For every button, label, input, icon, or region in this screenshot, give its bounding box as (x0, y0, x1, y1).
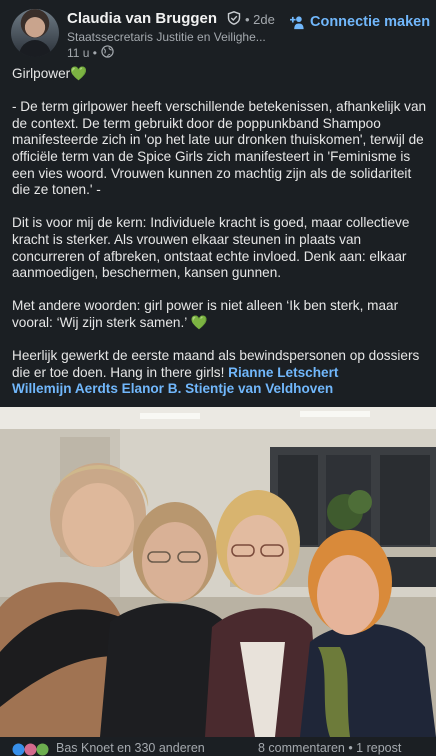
post-paragraph-2: Dit is voor mij de kern: Individuele kra… (12, 215, 410, 281)
post-title: Girlpower💚 (12, 66, 88, 81)
add-person-icon (290, 15, 304, 29)
mention-link[interactable]: Rianne Letschert (228, 365, 338, 380)
author-name[interactable]: Claudia van Bruggen (67, 10, 217, 27)
author-avatar[interactable] (11, 9, 59, 57)
social-counts: Bas Knoet en 330 anderen 8 commentaren •… (0, 741, 436, 756)
comments-reposts-count[interactable]: 8 commentaren • 1 repost (258, 741, 401, 755)
reactions-icons[interactable] (12, 743, 54, 756)
post-paragraph-4: Heerlijk gewerkt de eerste maand als bew… (12, 348, 428, 398)
post-header: Claudia van Bruggen • 2de Staatssecretar… (0, 0, 436, 66)
post-photo[interactable] (0, 407, 436, 737)
verified-icon (227, 11, 241, 25)
post-paragraph-3: Met andere woorden: girl power is niet a… (12, 298, 399, 330)
mention-link[interactable]: Elanor B. Stientje van Veldhoven (122, 381, 334, 396)
post-time: 11 u • (67, 46, 97, 60)
reactions-count[interactable]: Bas Knoet en 330 anderen (56, 741, 205, 755)
mention-link[interactable]: Willemijn Aerdts (12, 381, 118, 396)
connect-button[interactable]: Connectie maken (290, 14, 430, 30)
post-paragraph-4-text: Heerlijk gewerkt de eerste maand als bew… (12, 348, 420, 380)
group-selfie-image (0, 407, 436, 737)
post-text: Girlpower💚 - De term girlpower heeft ver… (12, 66, 428, 414)
post-paragraph-1: - De term girlpower heeft verschillende … (12, 99, 427, 198)
author-headline: Staatssecretaris Justitie en Veilighe... (67, 30, 266, 44)
connection-degree: • 2de (245, 12, 275, 27)
globe-icon (101, 45, 114, 58)
connect-label: Connectie maken (310, 14, 431, 30)
